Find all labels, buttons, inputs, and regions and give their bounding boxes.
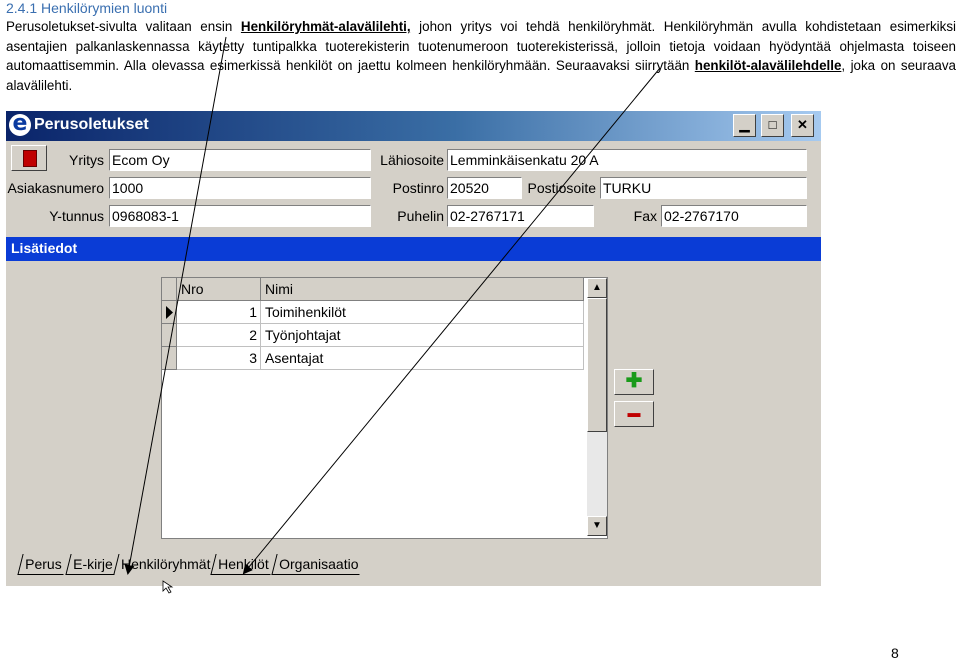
- column-header-nimi[interactable]: Nimi: [261, 278, 584, 301]
- remove-row-button[interactable]: ▬: [614, 401, 654, 427]
- fax-field[interactable]: 02-2767170: [661, 205, 807, 227]
- fax-label: Fax: [633, 208, 657, 224]
- postiosoite-field[interactable]: TURKU: [600, 177, 807, 199]
- column-header-nro[interactable]: Nro: [177, 278, 261, 301]
- henkiloryhmat-link-text: Henkilöryhmät-alavälilehti,: [240, 19, 411, 34]
- lahiosoite-label: Lähiosoite: [380, 152, 444, 168]
- close-button[interactable]: ✕: [791, 114, 814, 137]
- henkiloryhmat-grid[interactable]: Nro Nimi 1 Toimihenkilöt 2 Työnjohtajat …: [161, 277, 608, 539]
- tab-henkiloryhmat[interactable]: Henkilöryhmät: [113, 554, 217, 574]
- cell-nro[interactable]: 2: [177, 324, 261, 347]
- ytunnus-label: Y-tunnus: [49, 208, 104, 224]
- yritys-field[interactable]: Ecom Oy: [109, 149, 371, 171]
- postiosoite-label: Postiosoite: [527, 180, 596, 196]
- postinro-field[interactable]: 20520: [447, 177, 522, 199]
- asiakasnumero-field[interactable]: 1000: [109, 177, 371, 199]
- row-indicator: [162, 347, 177, 370]
- row-selected-indicator: [162, 301, 177, 324]
- minimize-button[interactable]: ▁: [733, 114, 756, 137]
- section-heading: 2.4.1 Henkilörymien luonti: [6, 0, 168, 16]
- scroll-up-icon[interactable]: ▲: [587, 278, 607, 298]
- table-row[interactable]: 1 Toimihenkilöt: [162, 301, 584, 324]
- tab-organisaatio[interactable]: Organisaatio: [271, 554, 366, 575]
- table-row[interactable]: 2 Työnjohtajat: [162, 324, 584, 347]
- tab-strip: Perus E-kirje Henkilöryhmät Henkilöt Org…: [6, 551, 821, 576]
- cell-nimi[interactable]: Työnjohtajat: [261, 324, 584, 347]
- henkilot-link-text: henkilöt-alavälilehdelle: [694, 58, 842, 73]
- asiakasnumero-label: Asiakasnumero: [7, 180, 105, 196]
- postinro-label: Postinro: [392, 180, 444, 196]
- ytunnus-field[interactable]: 0968083-1: [109, 205, 371, 227]
- cell-nro[interactable]: 1: [177, 301, 261, 324]
- grid-scrollbar[interactable]: ▲ ▼: [587, 278, 607, 536]
- lahiosoite-field[interactable]: Lemminkäisenkatu 20 A: [447, 149, 807, 171]
- lisatiedot-bar: Lisätiedot: [6, 237, 821, 261]
- cell-nimi[interactable]: Asentajat: [261, 347, 584, 370]
- tab-henkilot[interactable]: Henkilöt: [210, 554, 276, 575]
- add-row-button[interactable]: ✚: [614, 369, 654, 395]
- maximize-button[interactable]: □: [761, 114, 784, 137]
- lisatiedot-title: Lisätiedot: [11, 240, 78, 256]
- puhelin-label: Puhelin: [397, 208, 444, 224]
- window-title: Perusoletukset: [34, 116, 149, 133]
- cell-nimi[interactable]: Toimihenkilöt: [261, 301, 584, 324]
- description-paragraph: Perusoletukset-sivulta valitaan ensin He…: [6, 17, 956, 95]
- row-indicator: [162, 324, 177, 347]
- perusoletukset-window: e Perusoletukset ▁ □ ✕ Yritys Ecom Oy As…: [6, 111, 821, 586]
- puhelin-field[interactable]: 02-2767171: [447, 205, 594, 227]
- scroll-down-icon[interactable]: ▼: [587, 516, 607, 536]
- table-row[interactable]: 3 Asentajat: [162, 347, 584, 370]
- title-bar[interactable]: e Perusoletukset ▁ □ ✕: [6, 111, 821, 141]
- paragraph-text-1: Perusoletukset-sivulta valitaan ensin: [6, 19, 241, 34]
- scroll-thumb[interactable]: [587, 298, 607, 432]
- app-e-icon: e: [9, 113, 31, 136]
- tab-e-kirje[interactable]: E-kirje: [65, 554, 120, 575]
- row-pointer-icon: [166, 306, 173, 319]
- yritys-label: Yritys: [69, 152, 104, 168]
- tab-perus[interactable]: Perus: [17, 554, 69, 575]
- cell-nro[interactable]: 3: [177, 347, 261, 370]
- grid-corner: [162, 278, 177, 301]
